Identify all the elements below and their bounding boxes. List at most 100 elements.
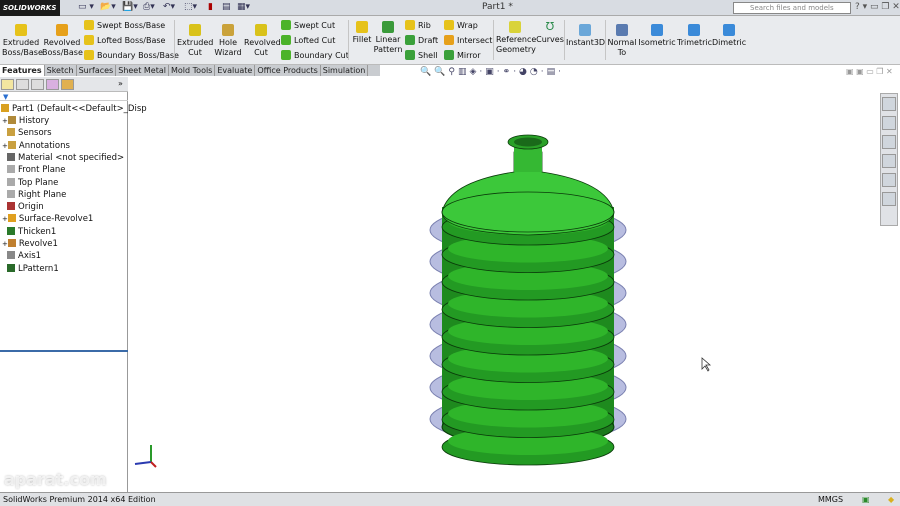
file-properties-icon[interactable]: ▤ — [222, 2, 231, 12]
tree-item-front-plane[interactable]: Front Plane — [7, 164, 66, 176]
revolved-cut-icon — [255, 24, 267, 36]
revolved-boss-button[interactable]: Revolved Boss/Base — [42, 22, 83, 58]
open-file-icon[interactable]: 📂▾ — [100, 2, 116, 12]
display-manager-tab[interactable] — [61, 79, 74, 90]
rib-icon — [405, 20, 415, 30]
model-view[interactable] — [129, 77, 880, 492]
configuration-manager-tab[interactable] — [31, 79, 44, 90]
custom-properties-tab[interactable] — [882, 192, 896, 206]
trimetric-button[interactable]: Trimetric — [677, 22, 712, 48]
instant3d-icon — [579, 24, 591, 36]
new-file-icon[interactable]: ▭ ▾ — [78, 2, 94, 12]
appearances-tab[interactable] — [882, 173, 896, 187]
feature-icon — [7, 152, 15, 161]
graphics-area[interactable] — [129, 77, 880, 492]
boundary-cut-icon — [281, 50, 291, 60]
tree-item-annotations[interactable]: + Annotations — [2, 140, 70, 152]
tree-item-sensors[interactable]: Sensors — [7, 127, 52, 139]
extruded-cut-button[interactable]: Extruded Cut — [177, 22, 213, 58]
file-explorer-tab[interactable] — [882, 135, 896, 149]
loft-icon — [84, 35, 94, 45]
viewport-controls[interactable]: ▣ ▣ ▭ ❐ ✕ — [846, 67, 893, 76]
dimetric-button[interactable]: Dimetric — [712, 22, 746, 48]
intersect-icon — [444, 35, 454, 45]
property-manager-tab[interactable] — [16, 79, 29, 90]
feature-icon — [7, 128, 15, 137]
tree-item-origin[interactable]: Origin — [7, 201, 44, 213]
draft-button[interactable]: Draft — [405, 35, 438, 46]
tree-root[interactable]: Part1 (Default<<Default>_Disp — [1, 103, 147, 115]
swept-boss-button[interactable]: Swept Boss/Base — [84, 20, 165, 31]
fillet-button[interactable]: Fillet — [351, 19, 373, 45]
tree-item-thicken1[interactable]: Thicken1 — [7, 226, 56, 238]
undo-icon[interactable]: ↶▾ — [163, 2, 175, 12]
tooltip-icon[interactable]: ◆ — [888, 493, 894, 506]
extruded-boss-button[interactable]: Extruded Boss/Base — [2, 22, 43, 58]
lofted-boss-button[interactable]: Lofted Boss/Base — [84, 35, 165, 46]
filter-icon[interactable]: ▼ — [0, 93, 128, 101]
isometric-button[interactable]: Isometric — [638, 22, 676, 48]
rib-button[interactable]: Rib — [405, 20, 431, 31]
tree-item-top-plane[interactable]: Top Plane — [7, 177, 58, 189]
reference-geometry-icon — [509, 21, 521, 33]
rebuild-icon[interactable]: ▮ — [208, 2, 213, 12]
boundary-cut-button[interactable]: Boundary Cut — [281, 50, 349, 61]
divider — [348, 20, 349, 60]
tree-item-surface-revolve1[interactable]: + Surface-Revolve1 — [2, 213, 93, 225]
wrap-button[interactable]: Wrap — [444, 20, 478, 31]
heads-up-view-toolbar[interactable]: 🔍🔍⚲▥◈·▣·⚭·◕◔·▤· — [420, 67, 564, 77]
shell-button[interactable]: Shell — [405, 50, 438, 61]
revolve-icon — [56, 24, 68, 36]
revolved-cut-button[interactable]: Revolved Cut — [244, 22, 281, 58]
feature-icon — [7, 116, 16, 124]
edition-label: SolidWorks Premium 2014 x64 Edition — [3, 495, 156, 504]
design-library-tab[interactable] — [882, 116, 896, 130]
tab-features[interactable]: Features — [0, 65, 45, 76]
view-palette-tab[interactable] — [882, 154, 896, 168]
linear-pattern-button[interactable]: Linear Pattern — [373, 19, 403, 55]
curves-button[interactable]: ℧ Curves — [536, 19, 564, 45]
tab-sheet-metal[interactable]: Sheet Metal — [116, 65, 169, 76]
lofted-cut-button[interactable]: Lofted Cut — [281, 35, 335, 46]
tree-item-history[interactable]: + History — [2, 115, 49, 127]
window-controls[interactable]: ? ▾ ▭ ❐ ✕ — [855, 2, 900, 12]
tree-item-axis1[interactable]: Axis1 — [7, 250, 41, 262]
swept-cut-button[interactable]: Swept Cut — [281, 20, 335, 31]
units-selector[interactable]: MMGS — [818, 493, 843, 506]
bottle-model — [429, 134, 627, 466]
dimxpert-tab[interactable] — [46, 79, 59, 90]
intersect-button[interactable]: Intersect — [444, 35, 492, 46]
tree-item-lpattern1[interactable]: LPattern1 — [7, 263, 59, 275]
tab-simulation[interactable]: Simulation — [321, 65, 369, 76]
dimetric-icon — [723, 24, 735, 36]
trimetric-icon — [688, 24, 700, 36]
solidworks-logo[interactable]: SOLIDWORKS — [0, 0, 60, 16]
options-icon[interactable]: ▦▾ — [237, 2, 250, 12]
save-icon[interactable]: 💾▾ — [122, 2, 138, 12]
tree-item-right-plane[interactable]: Right Plane — [7, 189, 66, 201]
resources-tab[interactable] — [882, 97, 896, 111]
normal-to-button[interactable]: Normal To — [607, 22, 637, 58]
tree-item-revolve1[interactable]: + Revolve1 — [2, 238, 58, 250]
watermark: aparat.com — [4, 470, 107, 489]
tab-office-products[interactable]: Office Products — [255, 65, 321, 76]
instant3d-button[interactable]: Instant3D — [566, 22, 605, 48]
expand-icon[interactable]: » — [118, 79, 123, 88]
triad-icon — [134, 445, 157, 468]
mirror-button[interactable]: Mirror — [444, 50, 481, 61]
hole-wizard-button[interactable]: Hole Wizard — [213, 22, 243, 58]
tab-sketch[interactable]: Sketch — [45, 65, 77, 76]
feature-manager-tab[interactable] — [1, 79, 14, 90]
feature-icon — [7, 214, 16, 223]
tab-evaluate[interactable]: Evaluate — [215, 65, 256, 76]
tree-item-material-not-specified[interactable]: Material <not specified> — [7, 152, 124, 164]
boundary-boss-button[interactable]: Boundary Boss/Base — [84, 50, 179, 61]
task-pane-tabs — [880, 93, 898, 226]
reference-geometry-button[interactable]: Reference Geometry — [496, 19, 536, 55]
search-input[interactable]: Search files and models — [733, 2, 851, 14]
tab-surfaces[interactable]: Surfaces — [77, 65, 117, 76]
print-icon[interactable]: ⎙▾ — [143, 2, 155, 12]
normal-to-icon — [616, 24, 628, 36]
select-icon[interactable]: ⬚▾ — [184, 2, 197, 12]
tab-mold-tools[interactable]: Mold Tools — [169, 65, 216, 76]
